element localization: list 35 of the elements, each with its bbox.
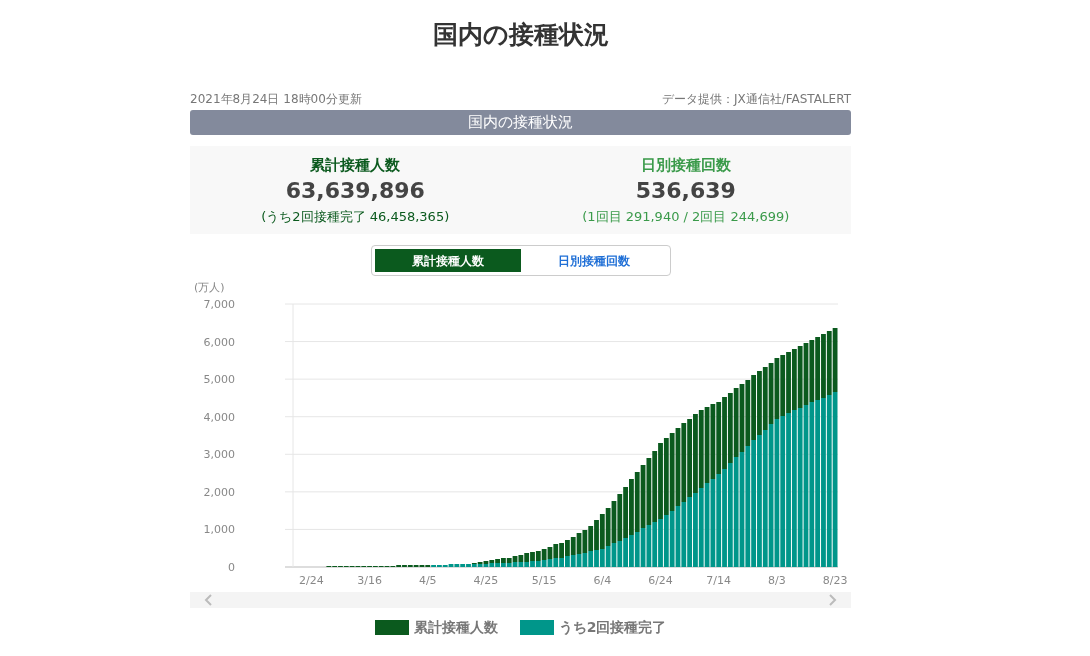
y-tick-label: 0 [228, 560, 235, 574]
stat-value: 63,639,896 [285, 176, 425, 205]
unit-label: (万人) [194, 280, 226, 296]
stat-value: 536,639 [635, 176, 736, 205]
x-tick-label: 8/3 [768, 573, 786, 587]
y-tick-label: 7,000 [203, 297, 235, 311]
x-tick-label: 4/5 [418, 573, 437, 587]
stat-note: (1回目 291,940 / 2回目 244,699) [582, 207, 790, 226]
x-tick-label: 8/23 [822, 573, 848, 587]
chevron-left-icon[interactable] [204, 593, 212, 606]
x-tick-label: 3/16 [357, 573, 382, 587]
stat-label: 日別接種回数 [640, 155, 731, 176]
legend-label: 累計接種人数 [413, 617, 498, 637]
y-tick-label: 3,000 [203, 447, 235, 461]
scrollbar[interactable] [190, 591, 851, 608]
legend-label: うち2回接種完了 [558, 617, 667, 637]
toggle-tab[interactable]: 累計接種人数 [374, 249, 521, 272]
y-tick-label: 5,000 [203, 372, 235, 386]
x-tick-label: 7/14 [706, 573, 732, 587]
x-tick-label: 6/4 [593, 573, 612, 587]
chevron-right-icon[interactable] [829, 593, 837, 606]
x-tick-label: 2/24 [299, 573, 324, 587]
section-banner: 国内の接種状況 [190, 110, 851, 135]
x-tick-label: 6/24 [648, 573, 673, 587]
x-tick-label: 5/15 [531, 573, 557, 587]
page-title: 国内の接種状況 [431, 19, 610, 51]
y-tick-label: 2,000 [203, 485, 235, 499]
stat-note: (うち2回接種完了 46,458,365) [261, 207, 450, 226]
y-tick-label: 6,000 [203, 335, 235, 349]
y-tick-label: 1,000 [203, 522, 235, 536]
data-source: データ提供：JX通信社/FASTALERT [661, 91, 851, 108]
update-time: 2021年8月24日 18時00分更新 [190, 91, 362, 108]
stat-label: 累計接種人数 [310, 155, 401, 176]
y-tick-label: 4,000 [203, 410, 235, 424]
x-tick-label: 4/25 [473, 573, 499, 587]
